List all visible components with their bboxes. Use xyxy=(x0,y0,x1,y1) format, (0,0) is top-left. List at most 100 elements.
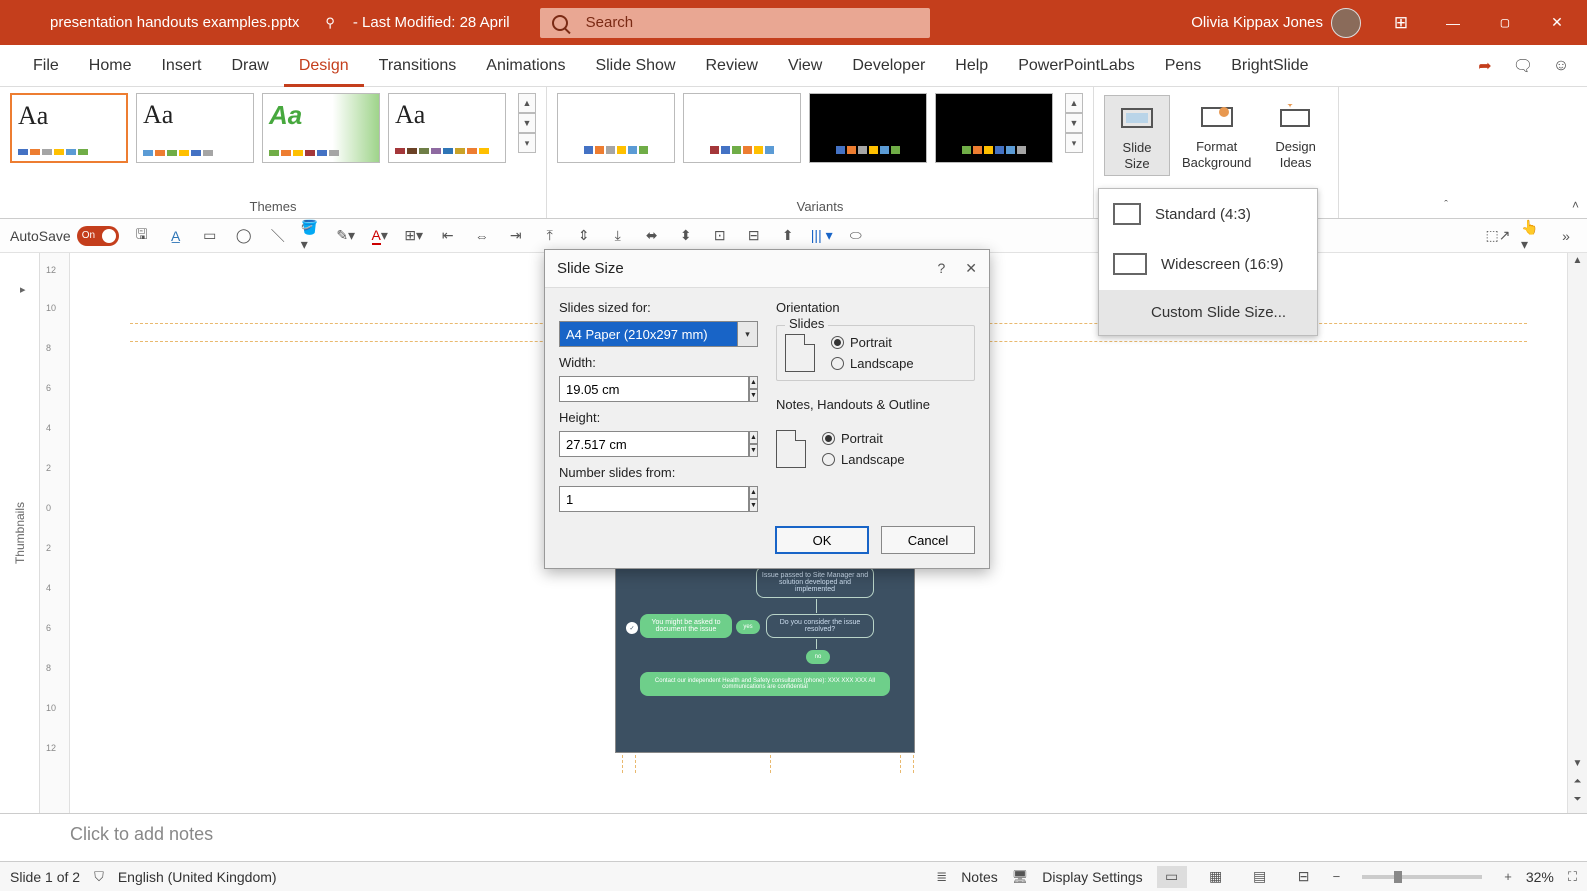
share-tab-icon[interactable]: ➦ xyxy=(1475,56,1495,76)
dialog-help-icon[interactable]: ? xyxy=(937,260,945,277)
notes-toggle-icon[interactable]: ≣ xyxy=(936,869,947,885)
height-down[interactable]: ▼ xyxy=(749,444,758,457)
pens-icon[interactable]: ||| ▾ xyxy=(811,225,833,247)
dialog-close-icon[interactable]: ✕ xyxy=(965,260,977,277)
variants-scroll-up[interactable]: ▲ xyxy=(1065,93,1083,113)
line-shape-icon[interactable]: ＼ xyxy=(267,225,289,247)
comments-icon[interactable]: 🗨 xyxy=(1513,56,1533,76)
user-name[interactable]: Olivia Kippax Jones xyxy=(1191,14,1323,31)
variant-3[interactable] xyxy=(809,93,927,163)
oval-shape-icon[interactable]: ◯ xyxy=(233,225,255,247)
variant-1[interactable] xyxy=(557,93,675,163)
themes-scroll-up[interactable]: ▲ xyxy=(518,93,536,113)
search-box[interactable]: Search xyxy=(540,8,930,38)
theme-2[interactable]: Aa xyxy=(136,93,254,163)
rectangle-shape-icon[interactable]: ▭ xyxy=(199,225,221,247)
zoom-slider[interactable] xyxy=(1362,875,1482,879)
notes-pane[interactable]: Click to add notes xyxy=(0,813,1587,861)
tab-design[interactable]: Design xyxy=(284,45,364,87)
distribute-h-icon[interactable]: ⬌ xyxy=(641,225,663,247)
tab-insert[interactable]: Insert xyxy=(146,45,216,87)
shape-outline-icon[interactable]: ✎▾ xyxy=(335,225,357,247)
align-bottom-icon[interactable]: ⤓ xyxy=(607,225,629,247)
reading-view-icon[interactable]: ▤ xyxy=(1245,866,1275,888)
scroll-down-icon[interactable]: ▼ xyxy=(1568,758,1587,769)
variant-4[interactable] xyxy=(935,93,1053,163)
tab-transitions[interactable]: Transitions xyxy=(364,45,472,87)
vertical-scrollbar[interactable]: ▲ ▼ ⏶ ⏷ xyxy=(1567,253,1587,813)
slides-portrait-radio[interactable]: Portrait xyxy=(831,335,914,350)
tab-brightslide[interactable]: BrightSlide xyxy=(1216,45,1323,87)
tab-file[interactable]: File xyxy=(18,45,74,87)
zoom-level[interactable]: 32% xyxy=(1526,869,1554,885)
chevron-down-icon[interactable]: ▾ xyxy=(737,322,757,346)
maximize-button[interactable] xyxy=(1479,0,1531,45)
normal-view-icon[interactable]: ▭ xyxy=(1157,866,1187,888)
variants-scroll-down[interactable]: ▼ xyxy=(1065,113,1083,133)
font-color-icon[interactable]: A▾ xyxy=(369,225,391,247)
share-icon[interactable]: ⚲ xyxy=(317,15,343,31)
slideshow-view-icon[interactable]: ⊟ xyxy=(1289,866,1319,888)
slides-landscape-radio[interactable]: Landscape xyxy=(831,356,914,371)
tab-animations[interactable]: Animations xyxy=(471,45,580,87)
qat-more-icon[interactable]: » xyxy=(1555,225,1577,247)
minimize-button[interactable] xyxy=(1427,0,1479,45)
tab-slideshow[interactable]: Slide Show xyxy=(580,45,690,87)
zoom-out-icon[interactable]: − xyxy=(1333,869,1341,884)
language-status[interactable]: English (United Kingdom) xyxy=(118,869,277,885)
variants-more[interactable]: ▾ xyxy=(1065,133,1083,153)
textbox-icon[interactable]: A̲ xyxy=(165,225,187,247)
scroll-up-icon[interactable]: ▲ xyxy=(1568,255,1587,266)
height-up[interactable]: ▲ xyxy=(749,431,758,444)
notes-portrait-radio[interactable]: Portrait xyxy=(822,431,905,446)
collapse-ribbon-icon[interactable]: ˆ xyxy=(1444,199,1448,211)
touch-mode-icon[interactable]: 👆▾ xyxy=(1521,225,1543,247)
dropdown-custom[interactable]: Custom Slide Size... xyxy=(1099,290,1317,335)
dialog-titlebar[interactable]: Slide Size ? ✕ xyxy=(545,250,989,288)
theme-3[interactable]: Aa xyxy=(262,93,380,163)
close-button[interactable] xyxy=(1531,0,1583,45)
avatar[interactable] xyxy=(1331,8,1361,38)
width-input[interactable] xyxy=(559,376,749,402)
fit-window-icon[interactable]: ⛶ xyxy=(1568,869,1577,885)
collapse-ribbon-arrow[interactable]: ˄ xyxy=(1572,198,1579,212)
smiley-icon[interactable]: ☺ xyxy=(1551,56,1571,76)
number-from-input[interactable] xyxy=(559,486,749,512)
number-up[interactable]: ▲ xyxy=(749,486,758,499)
theme-4[interactable]: Aa xyxy=(388,93,506,163)
zoom-handle[interactable] xyxy=(1394,871,1402,883)
tab-powerpointlabs[interactable]: PowerPointLabs xyxy=(1003,45,1150,87)
thumbnails-expand-icon[interactable]: ▸ xyxy=(20,283,26,296)
align-middle-icon[interactable]: ⇕ xyxy=(573,225,595,247)
autosave-switch[interactable]: On xyxy=(77,226,119,246)
prev-slide-icon[interactable]: ⏶ xyxy=(1568,776,1587,787)
notes-toggle-label[interactable]: Notes xyxy=(961,869,998,885)
slide-counter[interactable]: Slide 1 of 2 xyxy=(10,869,80,885)
design-ideas-button[interactable]: ✦ Design Ideas xyxy=(1263,95,1327,174)
autosave-toggle[interactable]: AutoSave On xyxy=(10,226,119,246)
dropdown-standard[interactable]: Standard (4:3) xyxy=(1099,189,1317,239)
align-center-icon[interactable]: ⇔ xyxy=(471,225,493,247)
align-right-icon[interactable]: ⇥ xyxy=(505,225,527,247)
tab-pens[interactable]: Pens xyxy=(1150,45,1216,87)
themes-more[interactable]: ▾ xyxy=(518,133,536,153)
theme-1[interactable]: Aa xyxy=(10,93,128,163)
arrange-icon[interactable]: ⊞▾ xyxy=(403,225,425,247)
tab-developer[interactable]: Developer xyxy=(837,45,940,87)
save-icon[interactable]: 🖫 xyxy=(131,225,153,247)
next-slide-icon[interactable]: ⏷ xyxy=(1568,794,1587,805)
group-icon[interactable]: ⊡ xyxy=(709,225,731,247)
tab-view[interactable]: View xyxy=(773,45,837,87)
dropdown-widescreen[interactable]: Widescreen (16:9) xyxy=(1099,239,1317,289)
number-down[interactable]: ▼ xyxy=(749,499,758,512)
format-background-button[interactable]: Format Background xyxy=(1170,95,1263,174)
selection-pane-icon[interactable]: ⬚↗ xyxy=(1487,225,1509,247)
ribbon-display-button[interactable] xyxy=(1375,0,1427,45)
slide-preview[interactable]: no Issue passed to Site Manager and solu… xyxy=(615,543,915,753)
themes-scroll-down[interactable]: ▼ xyxy=(518,113,536,133)
zoom-in-icon[interactable]: + xyxy=(1504,869,1512,884)
notes-landscape-radio[interactable]: Landscape xyxy=(822,452,905,467)
tab-draw[interactable]: Draw xyxy=(216,45,283,87)
bring-forward-icon[interactable]: ⬆ xyxy=(777,225,799,247)
thumbnails-panel[interactable]: Thumbnails xyxy=(0,253,40,813)
